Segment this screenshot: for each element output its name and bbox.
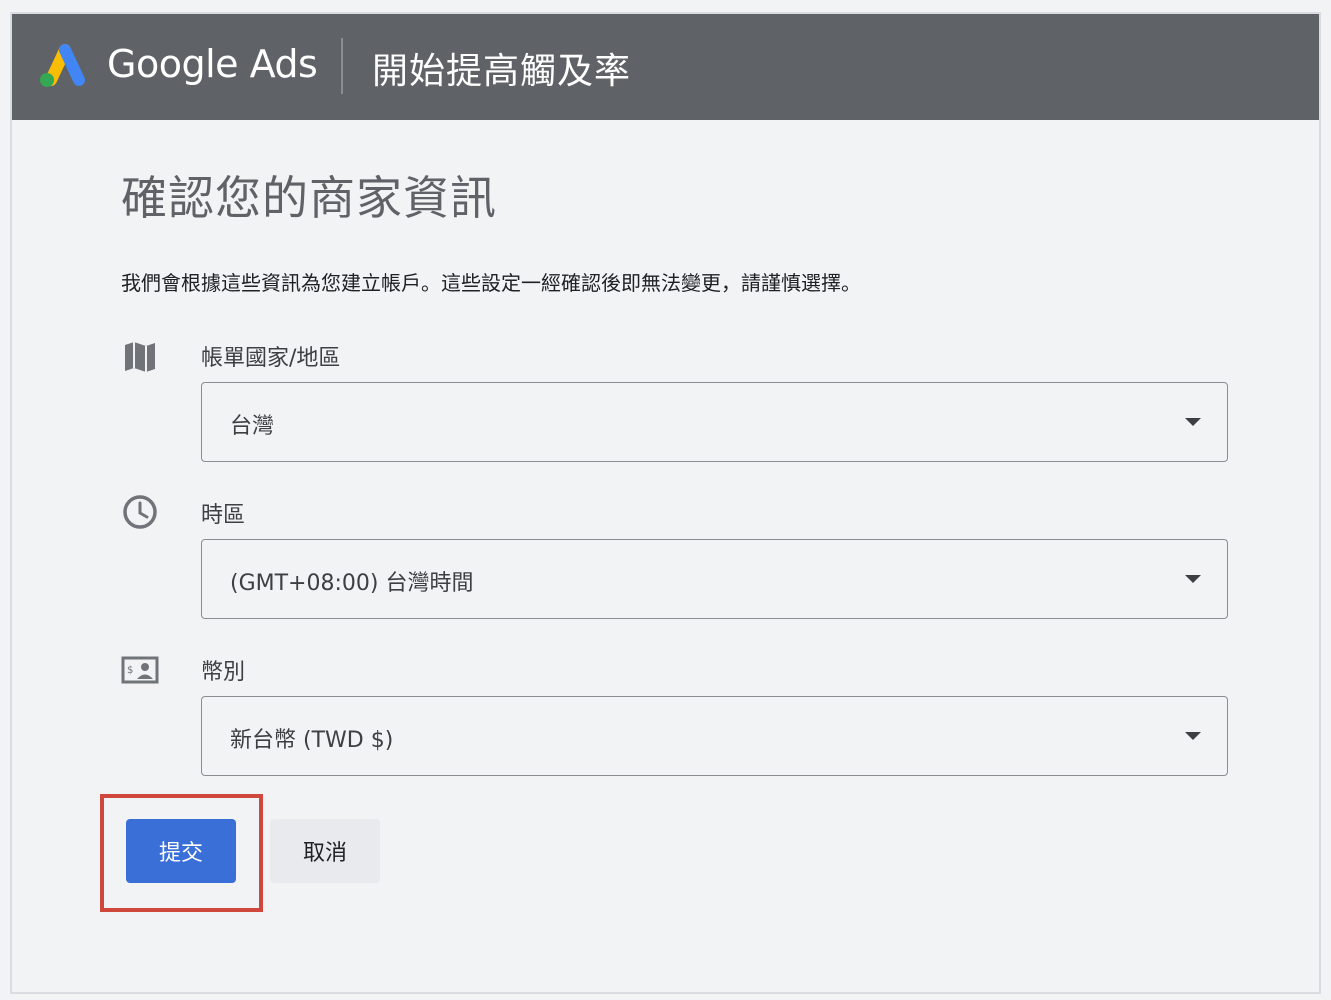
time-zone-value: (GMT+08:00) 台灣時間 bbox=[230, 571, 474, 596]
brand-name: Google Ads bbox=[107, 42, 318, 86]
currency-select[interactable]: 新台幣 (TWD $) bbox=[201, 696, 1228, 776]
billing-country-value: 台灣 bbox=[230, 414, 275, 439]
chevron-down-icon bbox=[1185, 418, 1201, 426]
header-divider bbox=[341, 38, 343, 94]
time-zone-select[interactable]: (GMT+08:00) 台灣時間 bbox=[201, 539, 1228, 619]
page-subtitle: 我們會根據這些資訊為您建立帳戶。這些設定一經確認後即無法變更，請謹慎選擇。 bbox=[121, 271, 861, 295]
chevron-down-icon bbox=[1185, 575, 1201, 583]
currency-icon: $ bbox=[121, 656, 159, 684]
app-header: Google Ads 開始提高觸及率 bbox=[12, 14, 1319, 120]
svg-text:$: $ bbox=[127, 665, 133, 676]
billing-country-select[interactable]: 台灣 bbox=[201, 382, 1228, 462]
google-ads-logo-icon bbox=[40, 44, 85, 87]
cancel-button[interactable]: 取消 bbox=[270, 819, 380, 883]
page-title: 確認您的商家資訊 bbox=[121, 171, 497, 225]
currency-value: 新台幣 (TWD $) bbox=[230, 728, 394, 753]
app-window: Google Ads 開始提高觸及率 確認您的商家資訊 我們會根據這些資訊為您建… bbox=[10, 12, 1321, 994]
chevron-down-icon bbox=[1185, 732, 1201, 740]
map-icon bbox=[125, 342, 155, 372]
header-title: 開始提高觸及率 bbox=[372, 51, 632, 92]
clock-icon bbox=[123, 495, 157, 529]
submit-button[interactable]: 提交 bbox=[126, 819, 236, 883]
currency-label: 幣別 bbox=[201, 660, 246, 685]
time-zone-label: 時區 bbox=[201, 503, 246, 528]
billing-country-label: 帳單國家/地區 bbox=[201, 346, 341, 371]
